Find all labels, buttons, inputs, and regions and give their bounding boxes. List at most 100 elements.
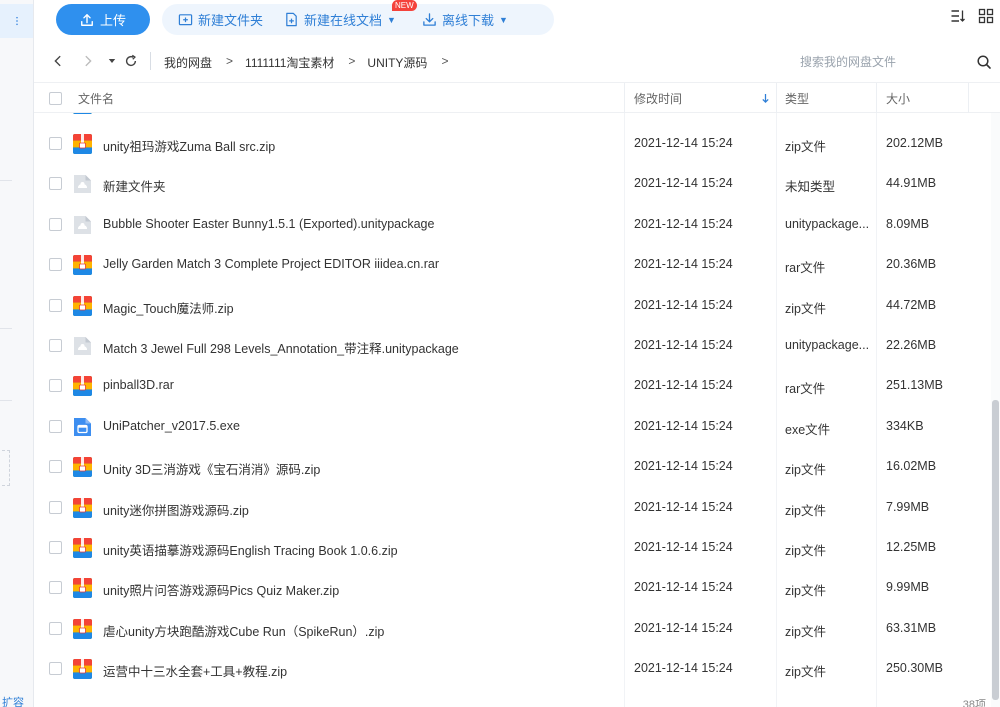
new-doc-icon: [286, 12, 297, 27]
file-name[interactable]: Jelly Garden Match 3 Complete Project ED…: [103, 257, 439, 271]
zip-icon: [73, 618, 92, 639]
forward-button[interactable]: [80, 53, 96, 69]
column-divider: [624, 83, 625, 113]
row-checkbox[interactable]: [49, 339, 62, 352]
row-checkbox[interactable]: [49, 541, 62, 554]
row-checkbox[interactable]: [49, 379, 62, 393]
row-checkbox[interactable]: [49, 137, 62, 150]
sort-list-icon[interactable]: [950, 8, 966, 24]
scrollbar-thumb[interactable]: [992, 400, 999, 700]
file-name[interactable]: Unity 3D三消游戏《宝石消消》源码.zip: [103, 459, 320, 478]
file-type: zip文件: [785, 544, 826, 558]
select-all-checkbox[interactable]: [49, 91, 62, 105]
sidebar-divider: [0, 180, 12, 181]
nav-divider: [150, 52, 151, 70]
table-row[interactable]: Magic_Touch魔法师.zip 2021-12-14 15:24 zip文件 4…: [34, 286, 989, 326]
zip-icon: [73, 113, 92, 114]
row-checkbox[interactable]: [49, 581, 62, 595]
table-row[interactable]: Bubble Shooter Easter Bunny1.5.1 (Export…: [34, 205, 989, 245]
row-checkbox[interactable]: [49, 177, 62, 191]
chevron-down-icon: ▼: [387, 14, 396, 25]
table-row[interactable]: Unity 3D三消游戏《宝石消消》源码.zip 2021-12-14 15:24…: [34, 447, 989, 487]
file-size: 20.36MB: [886, 257, 937, 272]
file-table-header: 文件名 修改时间 类型 大小: [34, 82, 1000, 113]
table-row[interactable]: unity英语描摹游戏源码English Tracing Book 1.0.6.…: [34, 528, 989, 568]
table-row[interactable]: UniPatcher_v2017.5.exe 2021-12-14 15:24 ex…: [34, 407, 989, 447]
history-dropdown-button[interactable]: [104, 53, 120, 69]
row-checkbox[interactable]: [49, 419, 62, 433]
file-size: 334KB: [886, 418, 924, 433]
file-name[interactable]: UniPatcher_v2017.5.exe: [103, 419, 240, 433]
column-header-size[interactable]: 大小: [886, 83, 910, 113]
breadcrumb-item[interactable]: 我的网盘: [164, 54, 212, 71]
expand-storage-link[interactable]: 扩容: [2, 694, 24, 707]
download-icon: [423, 13, 436, 26]
row-checkbox[interactable]: [49, 662, 62, 676]
row-checkbox[interactable]: [49, 621, 62, 635]
file-name[interactable]: unity迷你拼图游戏源码.zip: [103, 500, 249, 519]
offline-download-button[interactable]: 离线下载 ▼: [422, 4, 508, 35]
search-icon[interactable]: [976, 54, 992, 70]
new-online-doc-button[interactable]: 新建在线文档 ▼: [284, 4, 396, 35]
new-badge: NEW: [392, 0, 417, 11]
file-type: unitypackage...: [785, 216, 870, 231]
column-header-modified[interactable]: 修改时间: [634, 83, 682, 113]
table-row[interactable]: unity迷你拼图游戏源码.zip 2021-12-14 15:24 zip文件 7.…: [34, 488, 989, 528]
file-modified-time: 2021-12-14 15:24: [634, 176, 733, 191]
breadcrumb-separator: >: [348, 54, 356, 68]
sidebar-divider: [0, 400, 12, 401]
sort-arrow-down-icon: [762, 93, 769, 103]
grid-view-icon[interactable]: [978, 8, 994, 24]
file-type: exe文件: [785, 422, 831, 437]
column-header-type[interactable]: 类型: [785, 83, 809, 113]
table-row[interactable]: 运营中十三水全套+工具+教程.zip 2021-12-14 15:24 zip文件 2…: [34, 649, 989, 689]
upload-button[interactable]: 上传: [56, 4, 150, 35]
file-type: zip文件: [785, 665, 826, 680]
new-folder-button[interactable]: 新建文件夹: [178, 4, 263, 35]
column-divider: [968, 83, 969, 113]
file-name[interactable]: pinball3D.rar: [103, 378, 174, 392]
chevron-down-icon: ▼: [499, 14, 508, 25]
sidebar-active-item[interactable]: [0, 4, 33, 38]
search-input[interactable]: [790, 48, 996, 76]
file-name[interactable]: unity英语描摹游戏源码English Tracing Book 1.0.6.…: [103, 540, 398, 559]
sort-direction[interactable]: [761, 83, 770, 113]
file-name[interactable]: 虐心unity方块跑酷游戏Cube Run（SpikeRun）.zip: [103, 621, 384, 640]
file-type: 未知类型: [785, 180, 836, 195]
sidebar-divider: [0, 328, 12, 329]
table-row[interactable]: 新建文件夹 2021-12-14 15:24 未知类型 44.91MB: [34, 164, 989, 204]
file-type: zip文件: [785, 301, 826, 316]
file-name[interactable]: Match 3 Jewel Full 298 Levels_Annotation…: [103, 338, 459, 357]
file-name[interactable]: Bubble Shooter Easter Bunny1.5.1 (Export…: [103, 217, 434, 231]
file-type: zip文件: [785, 584, 826, 599]
zip-icon: [73, 538, 92, 558]
row-checkbox[interactable]: [49, 217, 62, 231]
file-name[interactable]: 新建文件夹: [103, 176, 166, 195]
refresh-button[interactable]: [123, 53, 139, 69]
file-name[interactable]: Magic_Touch魔法师.zip: [103, 298, 234, 317]
breadcrumb-separator: >: [441, 54, 449, 68]
file-type: zip文件: [785, 140, 826, 154]
table-row-partial: [34, 113, 989, 124]
breadcrumb-item[interactable]: UNITY源码: [367, 54, 427, 71]
table-row[interactable]: 虐心unity方块跑酷游戏Cube Run（SpikeRun）.zip 2021-…: [34, 609, 989, 649]
row-checkbox[interactable]: [49, 258, 62, 272]
breadcrumb-item[interactable]: 1111111淘宝素材: [245, 54, 334, 71]
file-modified-time: 2021-12-14 15:24: [634, 580, 733, 595]
zip-icon: [73, 497, 92, 518]
file-name[interactable]: unity照片问答游戏源码Pics Quiz Maker.zip: [103, 580, 339, 599]
row-checkbox[interactable]: [49, 298, 62, 312]
file-name[interactable]: unity祖玛游戏Zuma Ball src.zip: [103, 136, 275, 155]
table-row[interactable]: pinball3D.rar 2021-12-14 15:24 rar文件 251.13…: [34, 366, 989, 406]
table-row[interactable]: unity祖玛游戏Zuma Ball src.zip 2021-12-14 15:…: [34, 124, 989, 164]
table-row[interactable]: unity照片问答游戏源码Pics Quiz Maker.zip 2021-12-…: [34, 568, 989, 608]
back-button[interactable]: [50, 53, 66, 69]
row-checkbox[interactable]: [49, 460, 62, 474]
file-name[interactable]: 运营中十三水全套+工具+教程.zip: [103, 661, 287, 680]
left-sidebar: 扩容: [0, 0, 34, 707]
column-header-name[interactable]: 文件名: [78, 83, 114, 113]
row-checkbox[interactable]: [49, 500, 62, 514]
exe-icon: [73, 417, 92, 437]
table-row[interactable]: Match 3 Jewel Full 298 Levels_Annotation…: [34, 326, 989, 366]
table-row[interactable]: Jelly Garden Match 3 Complete Project ED…: [34, 245, 989, 285]
